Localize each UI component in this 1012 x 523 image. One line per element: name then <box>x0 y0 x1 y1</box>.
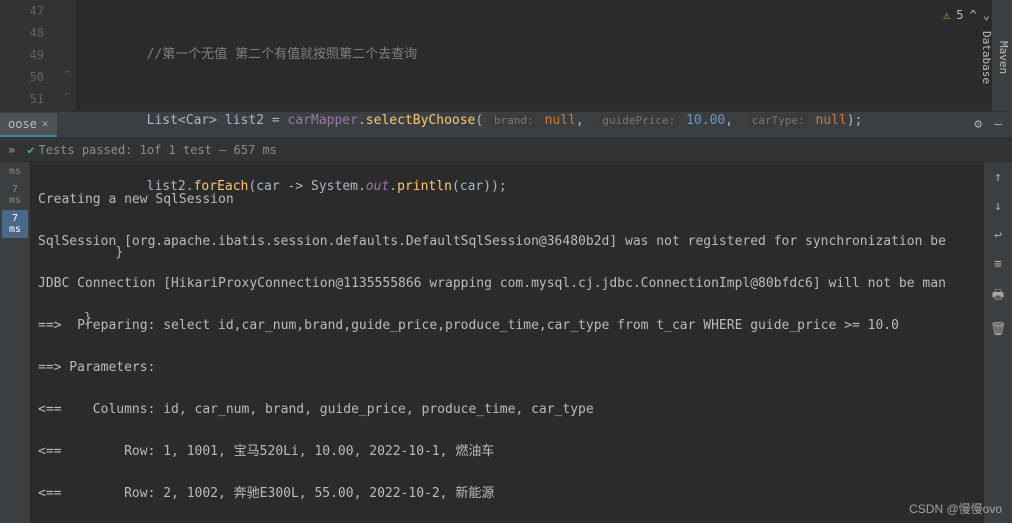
expand-icon[interactable]: » <box>8 143 23 157</box>
tab-label: oose <box>8 117 37 131</box>
code-line[interactable]: list2.forEach(car -> System.out.println(… <box>84 176 1012 198</box>
line-number: 47 <box>0 0 44 22</box>
line-number: 48 <box>0 22 44 44</box>
console-line: <== Columns: id, car_num, brand, guide_p… <box>38 399 976 420</box>
param-hint: carType: <box>749 114 808 127</box>
test-node-active[interactable]: 7 ms <box>2 210 28 238</box>
fold-column[interactable]: ⌐ ⌐ <box>62 0 76 111</box>
line-number: 50 <box>0 66 44 88</box>
line-number: 49 <box>0 44 44 66</box>
warning-icon[interactable]: ⚠ <box>943 4 950 26</box>
test-node[interactable]: 7 ms <box>2 181 28 209</box>
console-line: <== Row: 2, 1002, 奔驰E300L, 55.00, 2022-1… <box>38 483 976 504</box>
code-line[interactable]: //第一个无值 第二个有值就按照第二个去查询 <box>84 44 1012 66</box>
line-gutter: 47 48 49 50 51 <box>0 0 62 111</box>
fold-end-icon[interactable]: ⌐ <box>65 90 70 100</box>
warning-count: 5 <box>956 4 963 26</box>
code-line[interactable]: } <box>84 242 1012 264</box>
test-node[interactable]: ms <box>2 163 28 180</box>
comment: //第一个无值 第二个有值就按照第二个去查询 <box>147 47 417 62</box>
line-number: 51 <box>0 88 44 110</box>
prev-highlight-icon[interactable]: ^ <box>970 4 977 26</box>
code-area[interactable]: //第一个无值 第二个有值就按照第二个去查询 List<Car> list2 =… <box>76 0 1012 111</box>
run-tab[interactable]: oose × <box>0 113 57 137</box>
fold-end-icon[interactable]: ⌐ <box>65 68 70 78</box>
param-hint: guidePrice: <box>599 114 678 127</box>
code-line[interactable]: } <box>84 308 1012 330</box>
param-hint: brand: <box>491 114 537 127</box>
check-icon: ✔ <box>23 143 38 157</box>
code-editor: 47 48 49 50 51 ⌐ ⌐ //第一个无值 第二个有值就按照第二个去查… <box>0 0 1012 112</box>
watermark: CSDN @慢慢ovo <box>909 500 1002 517</box>
right-toolwindow-bar: Maven Database <box>992 0 1012 112</box>
test-tree-rail: ms 7 ms 7 ms <box>0 162 30 523</box>
static-field: out <box>366 179 389 194</box>
maven-tool-button[interactable]: Maven <box>995 4 1012 112</box>
method-call: selectByChoose <box>366 113 476 128</box>
close-icon[interactable]: × <box>42 117 49 130</box>
code-text: List<Car> list2 = <box>147 113 288 128</box>
code-line[interactable]: List<Car> list2 = carMapper.selectByChoo… <box>84 110 1012 132</box>
field-ref: carMapper <box>288 113 358 128</box>
console-line: <== Row: 1, 1001, 宝马520Li, 10.00, 2022-1… <box>38 441 976 462</box>
database-tool-button[interactable]: Database <box>978 4 995 112</box>
